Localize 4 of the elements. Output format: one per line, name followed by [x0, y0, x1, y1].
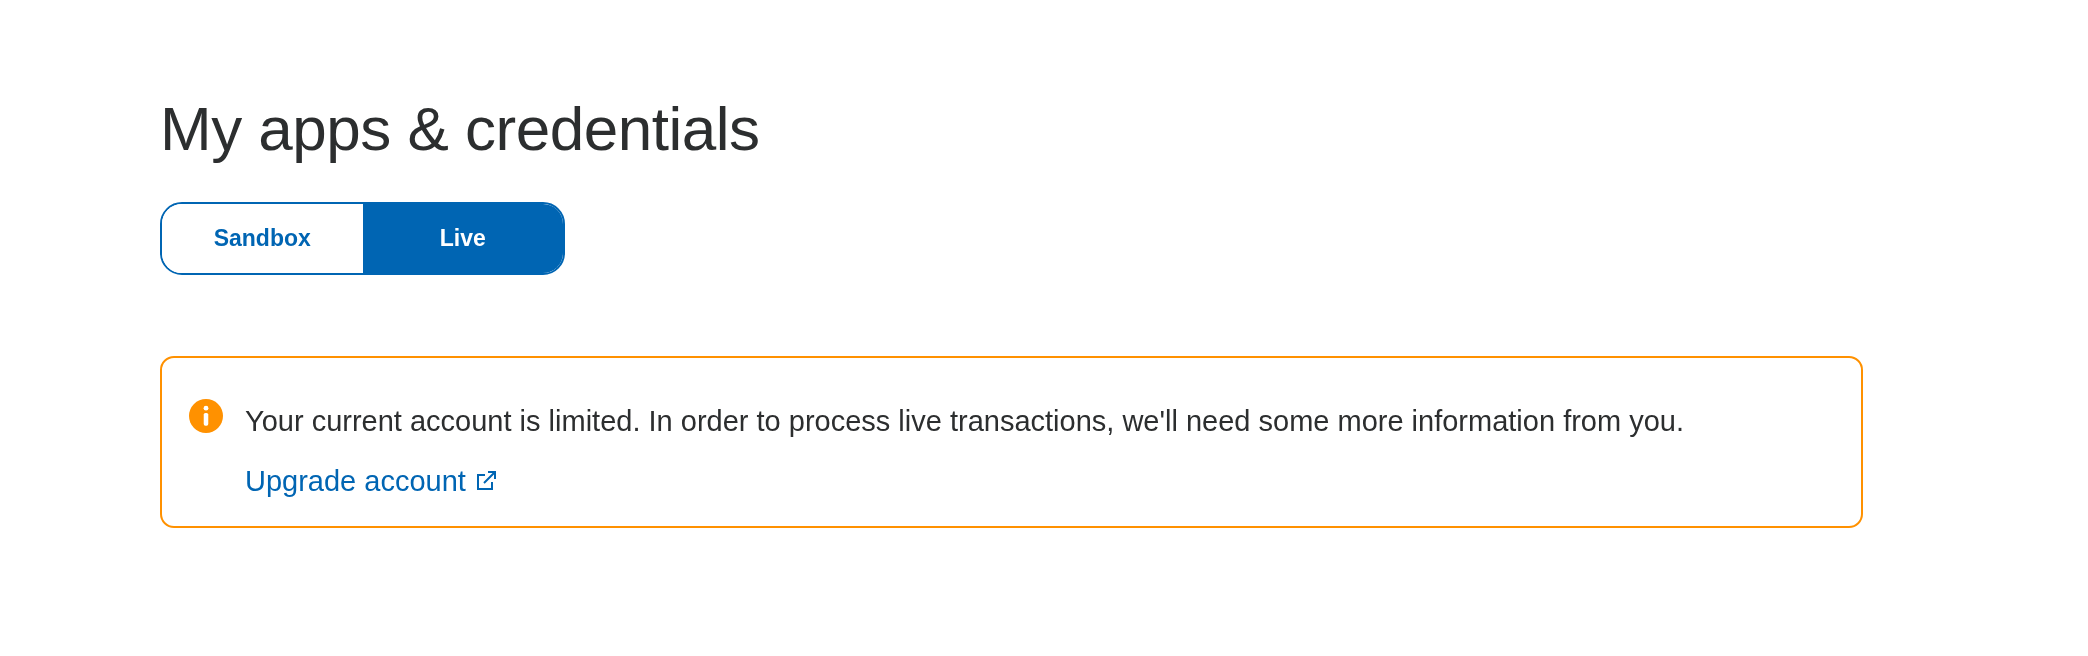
upgrade-account-link[interactable]: Upgrade account	[245, 451, 498, 511]
info-icon	[189, 399, 223, 433]
alert-message: Your current account is limited. In order to process live transactions, we'll need some more information from you. Upgrade account	[245, 391, 1805, 511]
environment-tab[interactable]: Live	[362, 204, 563, 273]
